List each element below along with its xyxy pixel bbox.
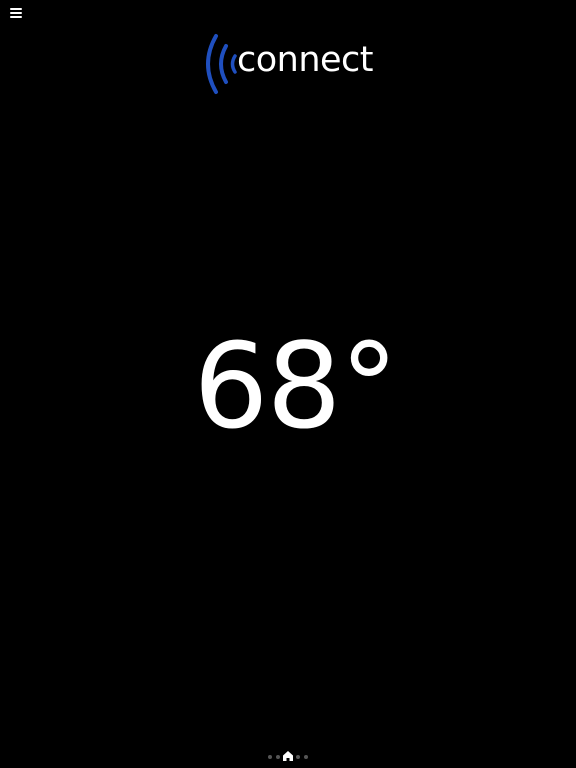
hamburger-menu-icon	[10, 8, 22, 10]
page-dot[interactable]	[276, 755, 280, 759]
page-dot[interactable]	[296, 755, 300, 759]
signal-waves-icon	[206, 34, 237, 94]
connect-logo: connect	[202, 32, 378, 96]
page-dot[interactable]	[268, 755, 272, 759]
menu-button[interactable]	[10, 7, 24, 19]
page-dot[interactable]	[304, 755, 308, 759]
logo-text: connect	[237, 40, 374, 80]
page-indicator[interactable]	[266, 750, 314, 762]
current-temperature: 68°	[193, 317, 398, 455]
home-icon[interactable]	[282, 750, 294, 762]
